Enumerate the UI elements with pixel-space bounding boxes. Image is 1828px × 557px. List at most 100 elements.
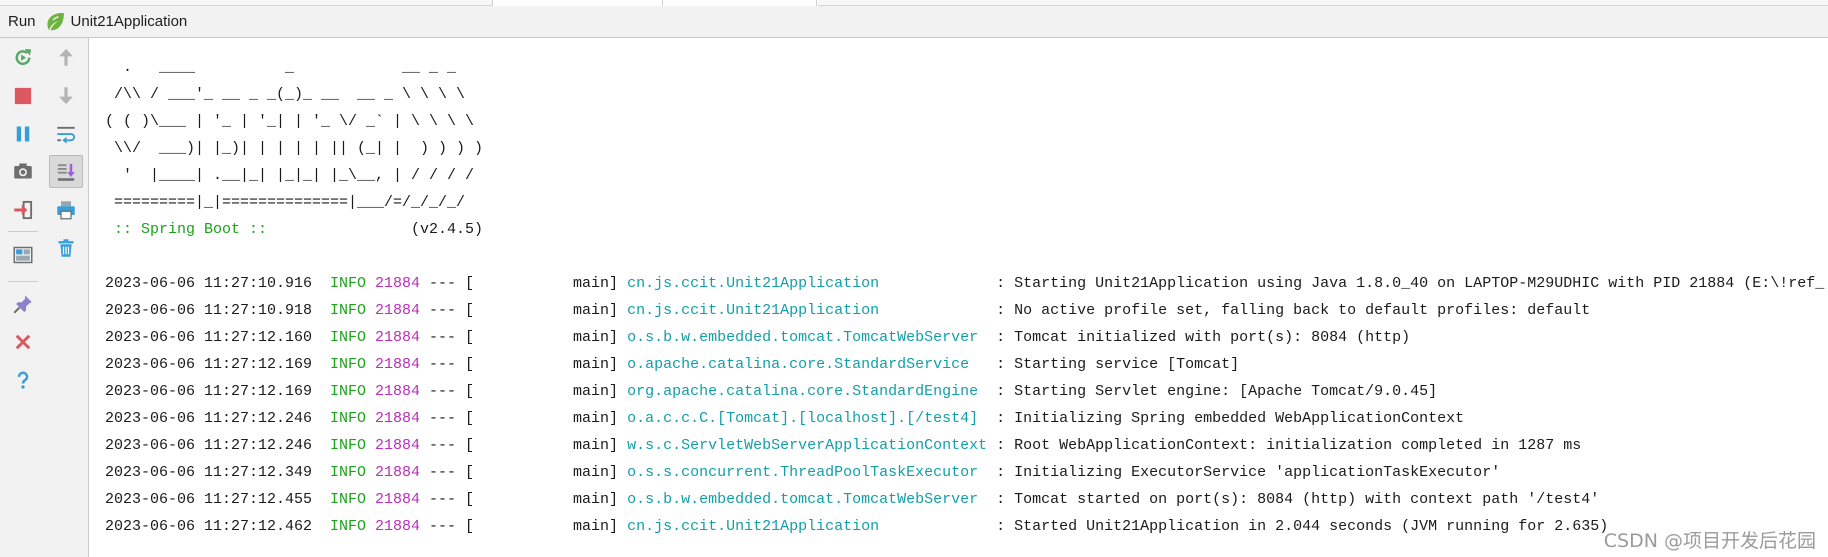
log-line: 2023-06-06 11:27:10.918 INFO 21884 --- [ ma… [105, 297, 1828, 324]
banner-line: /\\ / ___'_ __ _ _(_)_ __ __ _ \ \ \ \ [105, 86, 466, 103]
log-logger: cn.js.ccit.Unit21Application [627, 302, 880, 319]
print-icon[interactable] [56, 200, 76, 220]
scroll-to-end-icon[interactable] [56, 162, 76, 182]
log-timestamp: 2023-06-06 11:27:12.455 [105, 491, 313, 508]
log-thread: --- [ main] [429, 464, 619, 481]
rerun-icon[interactable] [13, 47, 33, 67]
spring-boot-run-config-icon[interactable] [44, 11, 66, 33]
pause-icon[interactable] [13, 124, 33, 144]
log-line: 2023-06-06 11:27:12.169 INFO 21884 --- [ ma… [105, 351, 1828, 378]
banner-line: \\/ ___)| |_)| | | | | || (_| | ) ) ) ) [105, 140, 484, 157]
log-level: INFO [330, 356, 367, 373]
log-logger: o.a.c.c.C.[Tomcat].[localhost].[/test4] [627, 410, 979, 427]
log-thread: --- [ main] [429, 302, 619, 319]
rerun-button[interactable] [9, 43, 37, 71]
stop-icon[interactable] [13, 86, 33, 106]
log-logger: org.apache.catalina.core.StandardEngine [627, 383, 979, 400]
log-message: : Starting service [Tomcat] [996, 356, 1240, 373]
soft-wrap-icon[interactable] [56, 124, 76, 144]
restore-layout-button[interactable] [9, 241, 37, 269]
log-level: INFO [330, 329, 367, 346]
log-level: INFO [330, 302, 367, 319]
banner-line: ( ( )\___ | '_ | '_| | '_ \/ _` | \ \ \ … [105, 113, 475, 130]
run-tool-window-header: Run Unit21Application [0, 6, 1828, 38]
restore-layout-icon[interactable] [13, 245, 33, 265]
log-pid: 21884 [375, 275, 421, 292]
log-level: INFO [330, 518, 367, 535]
log-message: : Tomcat initialized with port(s): 8084 … [996, 329, 1411, 346]
log-line: 2023-06-06 11:27:12.246 INFO 21884 --- [ ma… [105, 432, 1828, 459]
banner-line: . ____ _ __ _ _ [105, 59, 457, 76]
tool-window-label: Run [8, 13, 36, 30]
log-thread: --- [ main] [429, 410, 619, 427]
pin-tab-button[interactable] [9, 290, 37, 318]
help-icon[interactable] [13, 370, 33, 390]
log-logger: o.s.b.w.embedded.tomcat.TomcatWebServer [627, 491, 979, 508]
log-timestamp: 2023-06-06 11:27:12.246 [105, 437, 313, 454]
toolbar-separator [8, 231, 38, 232]
close-icon[interactable] [13, 332, 33, 352]
log-thread: --- [ main] [429, 356, 619, 373]
previous-occurrence-button[interactable] [52, 43, 80, 71]
log-line: 2023-06-06 11:27:12.455 INFO 21884 --- [ ma… [105, 486, 1828, 513]
log-message: : Started Unit21Application in 2.044 sec… [996, 518, 1609, 535]
toolbar-separator [8, 281, 38, 282]
pause-button[interactable] [9, 120, 37, 148]
log-message: : No active profile set, falling back to… [996, 302, 1591, 319]
log-message: : Initializing ExecutorService 'applicat… [996, 464, 1501, 481]
log-line: 2023-06-06 11:27:10.916 INFO 21884 --- [ ma… [105, 270, 1828, 297]
log-pid: 21884 [375, 518, 421, 535]
log-lines: 2023-06-06 11:27:10.916 INFO 21884 --- [ ma… [105, 270, 1828, 540]
log-pid: 21884 [375, 410, 421, 427]
log-pid: 21884 [375, 329, 421, 346]
log-thread: --- [ main] [429, 329, 619, 346]
log-timestamp: 2023-06-06 11:27:12.160 [105, 329, 313, 346]
log-logger: cn.js.ccit.Unit21Application [627, 275, 880, 292]
log-timestamp: 2023-06-06 11:27:10.916 [105, 275, 313, 292]
log-timestamp: 2023-06-06 11:27:10.918 [105, 302, 313, 319]
log-logger: o.s.b.w.embedded.tomcat.TomcatWebServer [627, 329, 979, 346]
down-arrow-icon[interactable] [56, 86, 76, 106]
dump-threads-button[interactable] [9, 157, 37, 185]
up-arrow-icon[interactable] [56, 47, 76, 67]
run-config-tab[interactable]: Unit21Application [71, 13, 188, 30]
print-button[interactable] [52, 196, 80, 224]
exit-button[interactable] [9, 196, 37, 224]
clear-all-button[interactable] [52, 234, 80, 262]
log-level: INFO [330, 275, 367, 292]
stop-button[interactable] [9, 82, 37, 110]
clear-all-icon[interactable] [56, 238, 76, 258]
spring-boot-label: :: Spring Boot :: [114, 221, 268, 238]
soft-wrap-button[interactable] [52, 120, 80, 148]
log-logger: o.apache.catalina.core.StandardService [627, 356, 970, 373]
exit-icon[interactable] [13, 200, 33, 220]
spring-boot-version-line: :: Spring Boot :: (v2.4.5) [105, 216, 1828, 243]
log-message: : Starting Servlet engine: [Apache Tomca… [996, 383, 1438, 400]
log-pid: 21884 [375, 464, 421, 481]
log-logger: o.s.s.concurrent.ThreadPoolTaskExecutor [627, 464, 979, 481]
log-message: : Tomcat started on port(s): 8084 (http)… [996, 491, 1600, 508]
scroll-to-end-button[interactable] [49, 155, 83, 188]
log-line: 2023-06-06 11:27:12.462 INFO 21884 --- [ ma… [105, 513, 1828, 540]
log-pid: 21884 [375, 437, 421, 454]
close-button[interactable] [9, 328, 37, 356]
log-line: 2023-06-06 11:27:12.349 INFO 21884 --- [ ma… [105, 459, 1828, 486]
watermark: CSDN @项目开发后花园 [1603, 530, 1816, 552]
log-logger: cn.js.ccit.Unit21Application [627, 518, 880, 535]
log-line: 2023-06-06 11:27:12.160 INFO 21884 --- [ ma… [105, 324, 1828, 351]
console-output[interactable]: . ____ _ __ _ _ /\\ / ___'_ __ _ _(_)_ _… [89, 38, 1828, 557]
log-message: : Root WebApplicationContext: initializa… [996, 437, 1582, 454]
log-pid: 21884 [375, 383, 421, 400]
log-pid: 21884 [375, 491, 421, 508]
dump-threads-icon[interactable] [13, 161, 33, 181]
log-timestamp: 2023-06-06 11:27:12.246 [105, 410, 313, 427]
help-button[interactable] [9, 366, 37, 394]
pin-tab-icon[interactable] [13, 294, 33, 314]
spring-boot-version: (v2.4.5) [411, 221, 484, 238]
log-timestamp: 2023-06-06 11:27:12.169 [105, 383, 313, 400]
next-occurrence-button[interactable] [52, 82, 80, 110]
spring-banner: . ____ _ __ _ _ /\\ / ___'_ __ _ _(_)_ _… [105, 54, 1828, 216]
log-thread: --- [ main] [429, 491, 619, 508]
log-thread: --- [ main] [429, 275, 619, 292]
